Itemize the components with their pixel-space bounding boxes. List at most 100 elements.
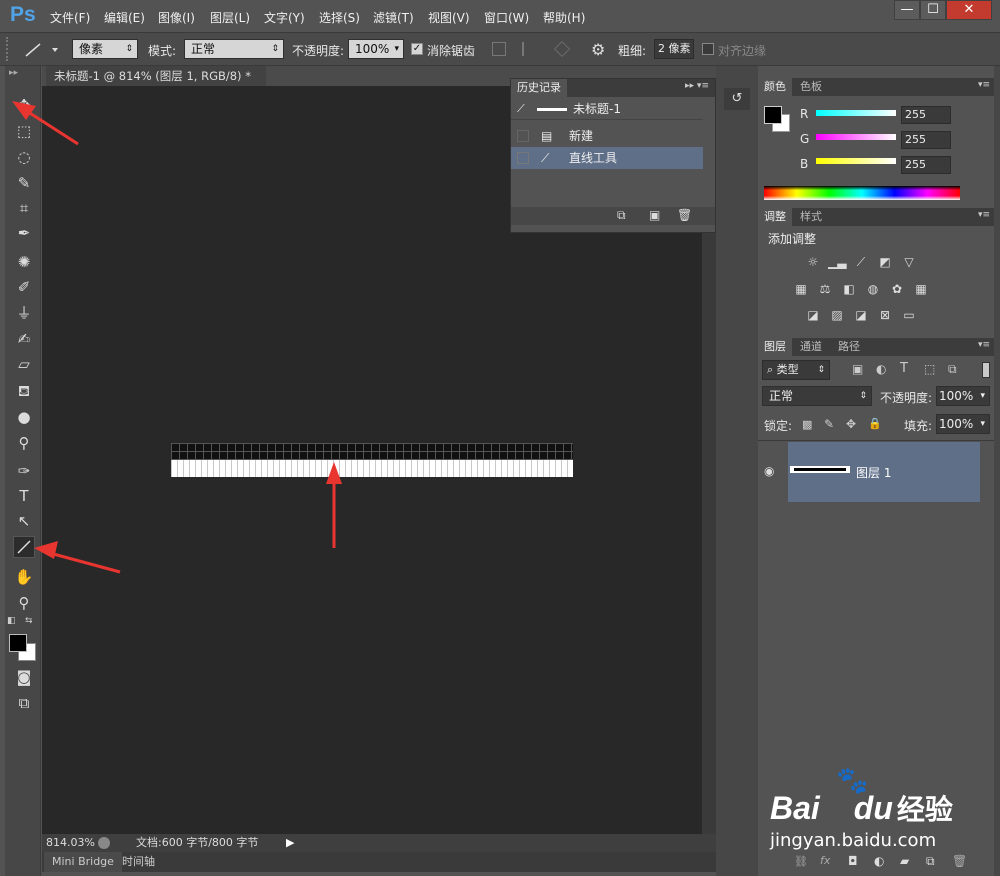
tab-layers[interactable]: 图层 — [758, 338, 792, 356]
history-item[interactable]: ▤ 新建 — [511, 125, 703, 147]
threshold-icon[interactable]: ◪ — [852, 307, 870, 323]
search-icon: ⌕ — [767, 363, 777, 376]
channel-mixer-icon[interactable]: ✿ — [888, 281, 906, 297]
channel-r-value[interactable]: 255 — [901, 106, 951, 124]
visibility-eye-icon[interactable]: ◉ — [764, 464, 774, 478]
doc-info: 文档:600 字节/800 字节 — [136, 836, 259, 849]
share-icon[interactable] — [98, 837, 110, 849]
photo-filter-icon[interactable]: ◍ — [864, 281, 882, 297]
lock-position-icon[interactable]: ✥ — [846, 417, 856, 431]
channel-r-label: R — [800, 107, 809, 121]
history-panel: 历史记录 ▸▸ ▾≡ ⟋ 未标题-1 ▤ 新建 ⟋ 直线工具 ⧉ ▣ 🗑 — [510, 78, 716, 233]
exposure-icon[interactable]: ◩ — [876, 254, 894, 270]
foreground-color-swatch[interactable] — [764, 106, 782, 124]
hue-saturation-icon[interactable]: ▦ — [792, 281, 810, 297]
tab-history[interactable]: 历史记录 — [511, 79, 567, 97]
color-balance-icon[interactable]: ⚖ — [816, 281, 834, 297]
vibrance-icon[interactable]: ▽ — [900, 254, 918, 270]
tab-mini-bridge[interactable]: Mini Bridge — [44, 852, 122, 872]
channel-g-value[interactable]: 255 — [901, 131, 951, 149]
chevron-down-icon: ▾ — [980, 391, 985, 401]
filter-toggle[interactable] — [982, 362, 990, 378]
layer-thumbnail — [790, 466, 850, 473]
snapshot-thumbnail — [537, 108, 567, 111]
pixel-filter-icon[interactable]: ▣ — [852, 362, 863, 376]
posterize-icon[interactable]: ▨ — [828, 307, 846, 323]
channel-b-label: B — [800, 157, 809, 171]
panel-menu-icon[interactable]: ▾≡ — [978, 80, 990, 90]
history-item-label: 新建 — [569, 129, 594, 143]
right-edge-strip — [994, 66, 1000, 876]
play-arrow-icon[interactable]: ▶ — [286, 834, 294, 852]
history-checkbox[interactable] — [517, 152, 529, 164]
chevron-down-icon: ▾ — [980, 419, 985, 429]
fill-label: 填充: — [904, 419, 933, 433]
tab-styles[interactable]: 样式 — [794, 208, 828, 226]
color-lookup-icon[interactable]: ▦ — [912, 281, 930, 297]
camera-icon[interactable]: ▣ — [649, 208, 660, 222]
channel-b-slider[interactable] — [816, 158, 896, 164]
link-layers-icon[interactable]: ⛓ — [794, 855, 808, 868]
tab-paths[interactable]: 路径 — [832, 338, 866, 356]
adjustment-filter-icon[interactable]: ◐ — [876, 362, 886, 376]
fx-icon[interactable]: fx — [820, 854, 830, 867]
lock-label: 锁定: — [764, 419, 793, 433]
layer-filter-select[interactable]: ⌕ 类型 ⇕ — [762, 360, 830, 380]
document-icon: ▤ — [541, 129, 553, 143]
trash-icon[interactable]: 🗑 — [952, 854, 967, 868]
shape-filter-icon[interactable]: ⬚ — [924, 362, 935, 376]
layer-row[interactable]: 图层 1 — [788, 442, 980, 502]
annotation-arrow — [12, 101, 79, 146]
new-layer-icon[interactable]: ⧉ — [926, 854, 935, 869]
tab-swatches[interactable]: 色板 — [794, 78, 828, 96]
watermark-url: jingyan.baidu.com — [770, 830, 937, 851]
layer-name: 图层 1 — [856, 466, 892, 480]
black-white-icon[interactable]: ◧ — [840, 281, 858, 297]
zoom-level[interactable]: 814.03% — [46, 834, 95, 852]
invert-icon[interactable]: ◪ — [804, 307, 822, 323]
watermark-brand: Bai — [770, 790, 820, 826]
adjustments-panel-header: 调整 样式 ▾≡ — [758, 208, 994, 226]
levels-icon[interactable]: ▁▃ — [828, 254, 846, 270]
layer-blend-mode-select[interactable]: 正常 ⇕ — [762, 386, 872, 406]
panel-dock-strip: ↺ — [716, 66, 758, 876]
new-document-from-state-icon[interactable]: ⧉ — [617, 208, 626, 223]
history-snapshot[interactable]: ⟋ 未标题-1 — [511, 98, 703, 120]
panel-menu-icon[interactable]: ▸▸ ▾≡ — [685, 81, 709, 91]
bottom-panel-bar: Mini Bridge 时间轴 — [42, 852, 716, 872]
smart-object-filter-icon[interactable]: ⧉ — [948, 362, 957, 377]
layer-opacity-input[interactable]: 100% ▾ — [936, 386, 990, 406]
tab-timeline[interactable]: 时间轴 — [122, 852, 155, 872]
history-checkbox[interactable] — [517, 130, 529, 142]
history-item[interactable]: ⟋ 直线工具 — [511, 147, 703, 169]
selective-color-icon[interactable]: ⊠ — [876, 307, 894, 323]
history-item-label: 直线工具 — [569, 151, 618, 165]
folder-icon[interactable]: ▰ — [900, 854, 909, 868]
adjustment-layer-icon[interactable]: ◐ — [874, 854, 884, 868]
history-footer: ⧉ ▣ 🗑 — [511, 207, 715, 225]
panel-menu-icon[interactable]: ▾≡ — [978, 210, 990, 220]
channel-r-slider[interactable] — [816, 110, 896, 116]
color-spectrum-bar[interactable] — [764, 186, 960, 200]
updown-icon: ⇕ — [859, 391, 867, 401]
lock-transparency-icon[interactable]: ▩ — [802, 418, 812, 431]
lock-all-icon[interactable]: 🔒 — [868, 417, 882, 430]
brightness-icon[interactable]: ☼ — [804, 254, 822, 270]
tab-adjustments[interactable]: 调整 — [758, 208, 792, 226]
tab-channels[interactable]: 通道 — [794, 338, 828, 356]
history-panel-icon[interactable]: ↺ — [724, 88, 750, 110]
trash-icon[interactable]: 🗑 — [677, 208, 692, 222]
gradient-map-icon[interactable]: ▭ — [900, 307, 918, 323]
type-filter-icon[interactable]: T — [900, 361, 908, 376]
fill-input[interactable]: 100% ▾ — [936, 414, 990, 434]
tab-color[interactable]: 颜色 — [758, 78, 792, 96]
channel-b-value[interactable]: 255 — [901, 156, 951, 174]
curves-icon[interactable]: ⟋ — [852, 254, 870, 270]
annotation-arrow — [326, 462, 342, 548]
channel-g-slider[interactable] — [816, 134, 896, 140]
panel-menu-icon[interactable]: ▾≡ — [978, 340, 990, 350]
lock-pixels-icon[interactable]: ✎ — [824, 417, 834, 431]
layer-mask-icon[interactable]: ◘ — [848, 854, 858, 868]
annotation-arrow — [34, 541, 121, 574]
add-adjustment-title: 添加调整 — [768, 232, 817, 246]
